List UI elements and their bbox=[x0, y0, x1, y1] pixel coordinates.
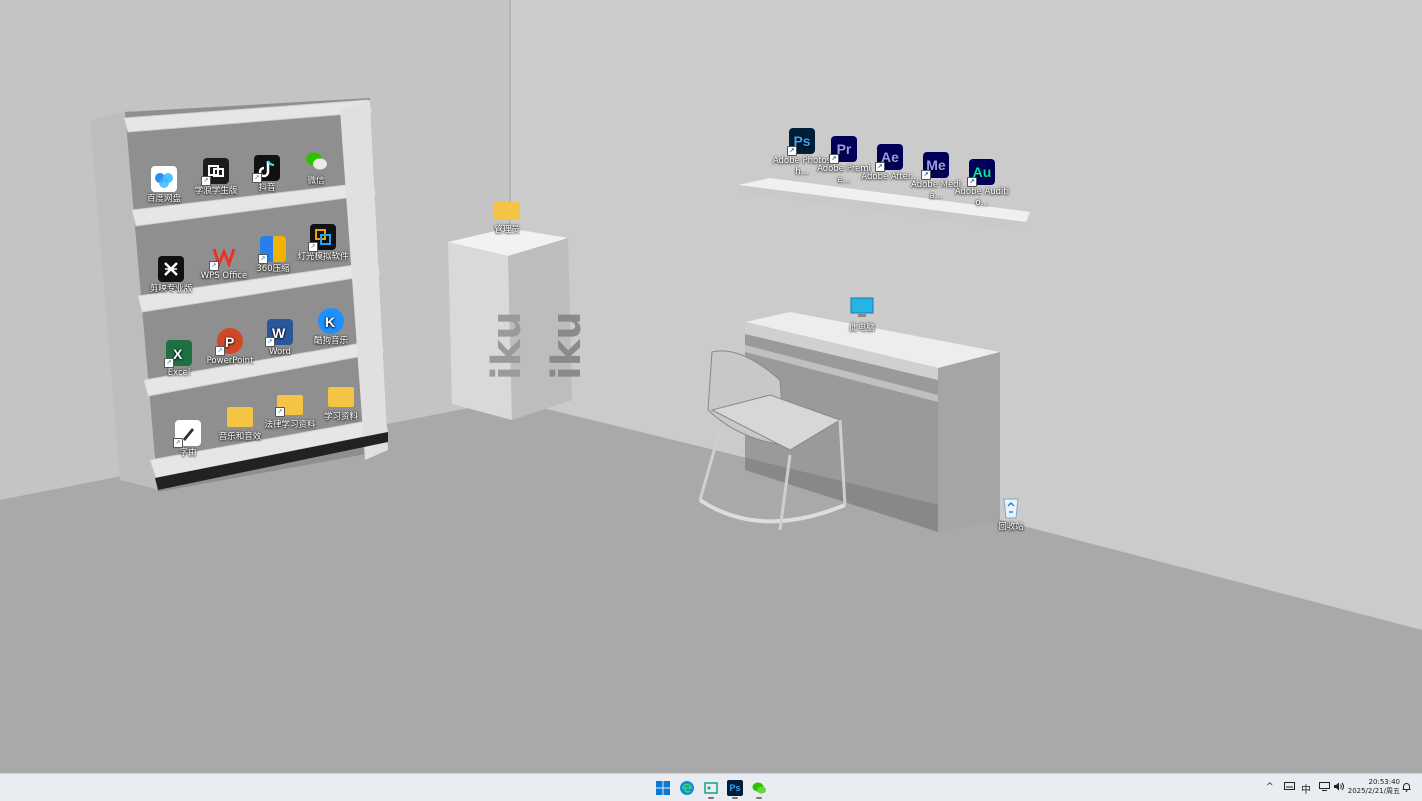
excel-label: Excel bbox=[167, 368, 191, 378]
shortcut-arrow-icon: ↗ bbox=[921, 170, 931, 180]
wechat-taskbar-icon[interactable] bbox=[751, 780, 767, 799]
word-label: Word bbox=[269, 347, 291, 357]
running-indicator bbox=[708, 797, 714, 799]
jianying-pro-label: 剪映专业版 bbox=[149, 284, 193, 294]
shortcut-arrow-icon: ↗ bbox=[275, 407, 285, 417]
audition-label: Adobe Auditio... bbox=[954, 187, 1010, 208]
svg-text:iku: iku bbox=[544, 311, 590, 380]
kugou-music-label: 酷狗音乐 bbox=[313, 336, 348, 346]
show-hidden-icons-chevron-icon[interactable]: ^ bbox=[1266, 782, 1274, 792]
ps-glyph: Ps bbox=[727, 780, 743, 796]
shortcut-arrow-icon: ↗ bbox=[209, 261, 219, 271]
pedestal-folder-label: 管理员 bbox=[494, 225, 520, 235]
running-indicator bbox=[756, 797, 762, 799]
shortcut-arrow-icon: ↗ bbox=[252, 173, 262, 183]
svg-text:X: X bbox=[173, 346, 183, 362]
photoshop-taskbar-icon[interactable]: Ps bbox=[727, 780, 743, 799]
svg-text:iku: iku bbox=[484, 311, 530, 380]
this-pc-icon[interactable]: 此电脑 bbox=[832, 295, 892, 334]
recycle-bin-icon[interactable]: 回收站 bbox=[981, 494, 1041, 533]
ime-indicator[interactable]: 中 bbox=[1301, 781, 1311, 796]
study-materials-folder-icon[interactable]: 学习资料 bbox=[311, 384, 371, 423]
taskbar: Ps ^ 中 20:53:40 2025/2/21/周五 bbox=[0, 773, 1422, 801]
shortcut-arrow-icon: ↗ bbox=[164, 358, 174, 368]
wechat-label: 微信 bbox=[307, 176, 325, 186]
running-indicator bbox=[732, 797, 738, 799]
edge-icon[interactable] bbox=[679, 780, 695, 796]
this-pc-label: 此电脑 bbox=[849, 323, 875, 333]
jianying-pro-icon[interactable]: 剪映专业版 bbox=[141, 256, 201, 295]
baidu-netdisk-icon[interactable]: 百度网盘 bbox=[134, 166, 194, 205]
network-icon[interactable] bbox=[1319, 782, 1330, 794]
shortcut-arrow-icon: ↗ bbox=[173, 438, 183, 448]
shortcut-arrow-icon: ↗ bbox=[875, 162, 885, 172]
volume-icon[interactable] bbox=[1333, 782, 1344, 794]
shortcut-arrow-icon: ↗ bbox=[201, 176, 211, 186]
wechat-icon[interactable]: 微信 bbox=[286, 148, 346, 187]
baidu-netdisk-label: 百度网盘 bbox=[146, 194, 181, 204]
shortcut-arrow-icon: ↗ bbox=[967, 177, 977, 187]
taskbar-clock[interactable]: 20:53:40 2025/2/21/周五 bbox=[1348, 778, 1400, 796]
360-zip-label: 360压缩 bbox=[256, 264, 290, 274]
ziyou-label: 字由 bbox=[179, 448, 197, 458]
shortcut-arrow-icon: ↗ bbox=[787, 146, 797, 156]
shortcut-arrow-icon: ↗ bbox=[265, 337, 275, 347]
shortcut-arrow-icon: ↗ bbox=[258, 254, 268, 264]
ziyou-icon[interactable]: ↗ 字由 bbox=[158, 420, 218, 459]
clock-date: 2025/2/21/周五 bbox=[1347, 787, 1400, 795]
room-wallpaper: iku iku bbox=[0, 0, 1422, 773]
shortcut-arrow-icon: ↗ bbox=[215, 346, 225, 356]
shortcut-arrow-icon: ↗ bbox=[829, 154, 839, 164]
desktop: iku iku 百度网盘 ↗ 学浪学生版 ↗ 抖音 微信 剪映专业版 ↗ WPS… bbox=[0, 0, 1422, 773]
svg-text:P: P bbox=[225, 334, 234, 350]
audition-icon[interactable]: Au ↗ Adobe Auditio... bbox=[952, 159, 1012, 209]
snipping-tool-icon[interactable] bbox=[703, 780, 719, 799]
clock-time: 20:53:40 bbox=[1368, 778, 1400, 786]
pedestal-folder-icon[interactable]: 管理员 bbox=[477, 198, 537, 236]
dengguang-emulator-label: 灯光模拟软件 bbox=[297, 252, 349, 262]
svg-text:K: K bbox=[325, 314, 335, 330]
kugou-music-icon[interactable]: K 酷狗音乐 bbox=[301, 308, 361, 347]
keyboard-icon[interactable] bbox=[1284, 782, 1295, 793]
music-sfx-folder-label: 音乐和音效 bbox=[218, 432, 262, 442]
start-icon[interactable] bbox=[655, 780, 671, 796]
study-materials-folder-label: 学习资料 bbox=[323, 412, 358, 422]
shortcut-arrow-icon: ↗ bbox=[308, 242, 318, 252]
recycle-bin-label: 回收站 bbox=[998, 522, 1024, 532]
dengguang-emulator-icon[interactable]: ↗ 灯光模拟软件 bbox=[293, 224, 353, 263]
notification-bell-icon[interactable] bbox=[1402, 782, 1411, 795]
